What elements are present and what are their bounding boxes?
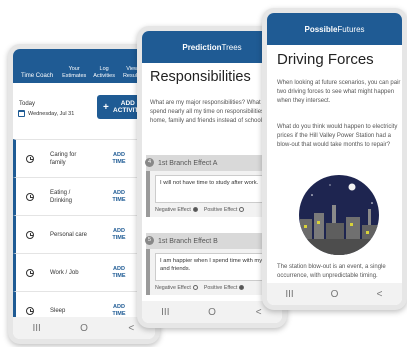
- activity-name: Work / Job: [50, 269, 79, 276]
- clock-icon: [26, 154, 34, 163]
- add-time-button[interactable]: ADD TIME: [110, 266, 128, 280]
- possible-futures-phone: Possible Futures Driving Forces When look…: [262, 8, 407, 310]
- radio-checked-icon: [192, 207, 198, 213]
- list-item: Caring for family ADD TIME: [13, 139, 155, 177]
- positive-effect-label: Positive Effect: [203, 207, 238, 213]
- recent-apps-icon[interactable]: III: [27, 323, 47, 334]
- page-title: Responsibilities: [150, 69, 251, 85]
- list-item: Work / Job ADD TIME: [13, 253, 155, 291]
- radio-unchecked-icon: [192, 285, 198, 291]
- event-paragraph: The station blow-out is an event, a sing…: [277, 264, 386, 279]
- calendar-icon: [18, 110, 25, 117]
- home-icon[interactable]: O: [202, 307, 222, 318]
- clock-icon: [26, 306, 34, 315]
- time-coach-screen: Time Coach Your Estimates Log Activities…: [13, 49, 155, 317]
- branch-label: 1st Branch Effect A: [158, 159, 218, 167]
- back-icon[interactable]: <: [121, 323, 141, 334]
- today-label: Today: [19, 101, 36, 107]
- positive-effect-option[interactable]: Positive Effect: [203, 207, 245, 213]
- tab-log-activities[interactable]: Log Activities: [89, 66, 119, 79]
- activity-name: Eating / Drinking: [50, 189, 73, 204]
- possible-futures-header: Possible Futures: [267, 13, 402, 45]
- radio-unchecked-icon: [239, 207, 245, 213]
- recent-apps-icon[interactable]: III: [280, 289, 300, 300]
- tab-time-coach[interactable]: Time Coach: [13, 73, 59, 80]
- possible-futures-screen: Possible Futures Driving Forces When look…: [267, 13, 402, 283]
- app-showcase: Time Coach Your Estimates Log Activities…: [0, 0, 407, 347]
- activity-name: Personal care: [50, 231, 88, 238]
- brand-light: Futures: [337, 24, 365, 34]
- list-item: Eating / Drinking ADD TIME: [13, 177, 155, 215]
- current-date: Wednesday, Jul 31: [28, 110, 75, 117]
- radio-checked-icon: [239, 285, 245, 291]
- brand-bold: Prediction: [182, 42, 222, 52]
- recent-apps-icon[interactable]: III: [155, 307, 175, 318]
- prediction-trees-screen: Prediction Trees Responsibilities What ar…: [142, 31, 282, 301]
- activity-name: Sleep: [50, 307, 66, 314]
- prediction-trees-header: Prediction Trees: [142, 31, 282, 63]
- list-item: Sleep ADD TIME: [13, 291, 155, 317]
- date-bar: Today Wednesday, Jul 31 + ADD ACTIVITY: [13, 83, 155, 139]
- home-icon[interactable]: O: [74, 323, 94, 334]
- time-coach-header: Time Coach Your Estimates Log Activities…: [13, 49, 155, 83]
- brand-bold: Possible: [304, 24, 338, 34]
- clock-icon: [26, 230, 34, 239]
- question-paragraph: What do you think would happen to electr…: [277, 124, 398, 148]
- android-nav-bar: III O <: [13, 317, 155, 339]
- list-item: Personal care ADD TIME: [13, 215, 155, 253]
- add-time-button[interactable]: ADD TIME: [110, 304, 128, 318]
- branch-label: 1st Branch Effect B: [158, 237, 218, 245]
- tab-your-estimates[interactable]: Your Estimates: [59, 66, 89, 79]
- negative-effect-option[interactable]: Negative Effect: [155, 285, 198, 291]
- activity-name: Caring for family: [50, 151, 77, 166]
- activity-list: Caring for family ADD TIME Eating / Drin…: [13, 139, 155, 317]
- android-nav-bar: III O <: [267, 283, 402, 305]
- android-nav-bar: III O <: [142, 301, 282, 323]
- add-time-button[interactable]: ADD TIME: [110, 190, 128, 204]
- positive-effect-option[interactable]: Positive Effect: [203, 285, 245, 291]
- branch-number: 4: [145, 158, 154, 167]
- positive-effect-label: Positive Effect: [203, 285, 238, 291]
- clock-icon: [26, 268, 34, 277]
- branch-number: 5: [145, 236, 154, 245]
- negative-effect-label: Negative Effect: [155, 285, 191, 291]
- add-time-button[interactable]: ADD TIME: [110, 152, 128, 166]
- power-station-illustration: [299, 175, 379, 255]
- back-icon[interactable]: <: [249, 307, 269, 318]
- plus-icon: +: [103, 101, 109, 113]
- date-row[interactable]: Wednesday, Jul 31: [18, 110, 74, 117]
- negative-effect-label: Negative Effect: [155, 207, 191, 213]
- back-icon[interactable]: <: [370, 289, 390, 300]
- home-icon[interactable]: O: [325, 289, 345, 300]
- clock-icon: [26, 192, 34, 201]
- intro-paragraph: When looking at future scenarios, you ca…: [277, 80, 401, 104]
- add-time-button[interactable]: ADD TIME: [110, 228, 128, 242]
- negative-effect-option[interactable]: Negative Effect: [155, 207, 198, 213]
- brand-light: Trees: [221, 42, 242, 52]
- page-title: Driving Forces: [277, 51, 374, 68]
